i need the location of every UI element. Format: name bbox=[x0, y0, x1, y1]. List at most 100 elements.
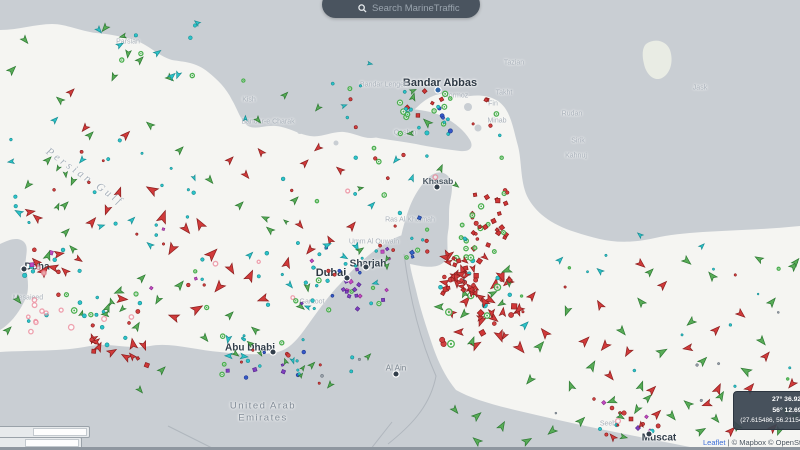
vessel-marker-ga[interactable] bbox=[61, 227, 71, 237]
vessel-marker-rd[interactable] bbox=[102, 160, 104, 162]
vessel-marker-gr[interactable] bbox=[372, 146, 377, 151]
vessel-marker-ga[interactable] bbox=[458, 309, 469, 320]
vessel-marker-bs[interactable] bbox=[411, 255, 414, 258]
vessel-marker-rs[interactable] bbox=[439, 97, 444, 102]
vessel-marker-pr[interactable] bbox=[212, 261, 218, 267]
vessel-marker-ga[interactable] bbox=[153, 295, 162, 305]
vessel-marker-td[interactable] bbox=[27, 221, 30, 224]
vessel-marker-rd[interactable] bbox=[354, 125, 358, 129]
vessel-marker-ga[interactable] bbox=[7, 64, 18, 75]
vessel-marker-ga[interactable] bbox=[685, 317, 696, 328]
vessel-marker-td[interactable] bbox=[52, 257, 57, 262]
vessel-marker-pr[interactable] bbox=[44, 310, 49, 315]
vessel-marker-rd[interactable] bbox=[32, 247, 37, 252]
vessel-marker-gr[interactable] bbox=[473, 246, 477, 250]
vessel-marker-gr[interactable] bbox=[425, 228, 429, 232]
vessel-marker-td[interactable] bbox=[137, 300, 142, 305]
vessel-marker-rs[interactable] bbox=[511, 304, 517, 310]
vessel-marker-pr[interactable] bbox=[33, 320, 38, 325]
vessel-marker-ga[interactable] bbox=[696, 426, 707, 436]
vessel-marker-ga[interactable] bbox=[620, 434, 628, 440]
vessel-marker-rs[interactable] bbox=[497, 212, 501, 216]
vessel-marker-rd[interactable] bbox=[424, 238, 429, 243]
vessel-marker-td[interactable] bbox=[424, 130, 430, 136]
vessel-marker-ta[interactable] bbox=[341, 253, 349, 261]
vessel-marker-ga[interactable] bbox=[546, 426, 557, 437]
vessel-marker-ga[interactable] bbox=[524, 375, 535, 386]
vessel-marker-td[interactable] bbox=[375, 250, 378, 253]
vessel-marker-td[interactable] bbox=[788, 366, 791, 369]
vessel-marker-bd[interactable] bbox=[263, 351, 266, 354]
city-dot[interactable] bbox=[434, 184, 440, 190]
vessel-marker-rd[interactable] bbox=[508, 312, 515, 319]
vessel-marker-ta[interactable] bbox=[699, 242, 706, 249]
vessel-marker-ga[interactable] bbox=[606, 396, 617, 405]
vessel-marker-td[interactable] bbox=[243, 334, 245, 336]
vessel-marker-td[interactable] bbox=[187, 188, 190, 191]
vessel-marker-ga[interactable] bbox=[132, 321, 142, 331]
vessel-marker-td[interactable] bbox=[296, 368, 299, 371]
vessel-marker-td[interactable] bbox=[369, 301, 373, 305]
vessel-marker-pr[interactable] bbox=[257, 260, 261, 264]
vessel-marker-gr[interactable] bbox=[568, 266, 571, 269]
vessel-marker-ga[interactable] bbox=[304, 284, 311, 292]
vessel-marker-gr[interactable] bbox=[193, 269, 197, 273]
vessel-marker-ra[interactable] bbox=[527, 290, 538, 301]
vessel-marker-td[interactable] bbox=[14, 195, 18, 199]
map-attribution[interactable]: Leaflet | © Mapbox © OpenStreetMap bbox=[703, 438, 800, 447]
vessel-marker-pr[interactable] bbox=[616, 419, 621, 424]
port-dot[interactable] bbox=[435, 87, 441, 93]
vessel-marker-ta[interactable] bbox=[246, 251, 254, 259]
vessel-marker-gd[interactable] bbox=[555, 412, 557, 414]
vessel-marker-ra[interactable] bbox=[80, 123, 90, 133]
vessel-marker-td[interactable] bbox=[331, 82, 335, 86]
vessel-marker-gr[interactable] bbox=[397, 100, 402, 105]
vessel-marker-td[interactable] bbox=[729, 323, 732, 326]
map-canvas[interactable]: Bandar AbbasDubaiSharjahAbu DhabiDohaMus… bbox=[0, 0, 800, 450]
vessel-marker-td[interactable] bbox=[200, 257, 205, 262]
vessel-marker-bd[interactable] bbox=[301, 350, 306, 355]
vessel-marker-md[interactable] bbox=[601, 400, 606, 405]
vessel-marker-ga[interactable] bbox=[54, 203, 61, 210]
vessel-marker-gd[interactable] bbox=[700, 399, 703, 402]
vessel-marker-ra[interactable] bbox=[636, 259, 647, 270]
vessel-marker-rd[interactable] bbox=[319, 364, 322, 367]
vessel-marker-td[interactable] bbox=[605, 254, 608, 257]
vessel-marker-ra[interactable] bbox=[335, 165, 345, 175]
city-dot[interactable] bbox=[393, 371, 399, 377]
vessel-marker-ra[interactable] bbox=[652, 408, 663, 419]
vessel-marker-ra[interactable] bbox=[145, 183, 159, 196]
vessel-marker-ga[interactable] bbox=[109, 73, 117, 82]
vessel-marker-rs[interactable] bbox=[473, 193, 477, 197]
vessel-marker-rd[interactable] bbox=[90, 323, 95, 328]
vessel-marker-ga[interactable] bbox=[437, 164, 445, 173]
vessel-marker-ga[interactable] bbox=[365, 352, 373, 360]
vessel-marker-gr[interactable] bbox=[138, 51, 144, 57]
vessel-marker-rd[interactable] bbox=[425, 249, 430, 254]
vessel-marker-rd[interactable] bbox=[240, 361, 243, 364]
vessel-marker-ra[interactable] bbox=[128, 338, 137, 349]
vessel-marker-gd[interactable] bbox=[358, 358, 361, 361]
vessel-marker-rd[interactable] bbox=[186, 283, 190, 287]
vessel-marker-ta[interactable] bbox=[153, 48, 162, 56]
vessel-marker-ta[interactable] bbox=[368, 201, 376, 209]
vessel-marker-ra[interactable] bbox=[470, 265, 476, 273]
vessel-marker-ta[interactable] bbox=[243, 116, 247, 121]
vessel-marker-td[interactable] bbox=[303, 280, 308, 285]
vessel-marker-gd[interactable] bbox=[717, 362, 720, 365]
vessel-marker-ga[interactable] bbox=[205, 175, 215, 185]
vessel-marker-ga[interactable] bbox=[145, 120, 155, 130]
vessel-marker-ga[interactable] bbox=[643, 393, 653, 403]
vessel-marker-ra[interactable] bbox=[761, 350, 772, 361]
vessel-marker-td[interactable] bbox=[264, 251, 269, 256]
vessel-marker-gr[interactable] bbox=[470, 213, 475, 218]
vessel-marker-rd[interactable] bbox=[474, 232, 478, 236]
vessel-marker-pr[interactable] bbox=[68, 324, 75, 331]
vessel-marker-ta[interactable] bbox=[128, 216, 136, 224]
vessel-marker-gd[interactable] bbox=[695, 363, 698, 366]
vessel-marker-rs[interactable] bbox=[491, 218, 496, 223]
vessel-marker-rs[interactable] bbox=[486, 243, 491, 248]
vessel-marker-ga[interactable] bbox=[235, 200, 245, 210]
vessel-marker-ga[interactable] bbox=[410, 87, 417, 94]
vessel-marker-ga[interactable] bbox=[157, 365, 167, 375]
